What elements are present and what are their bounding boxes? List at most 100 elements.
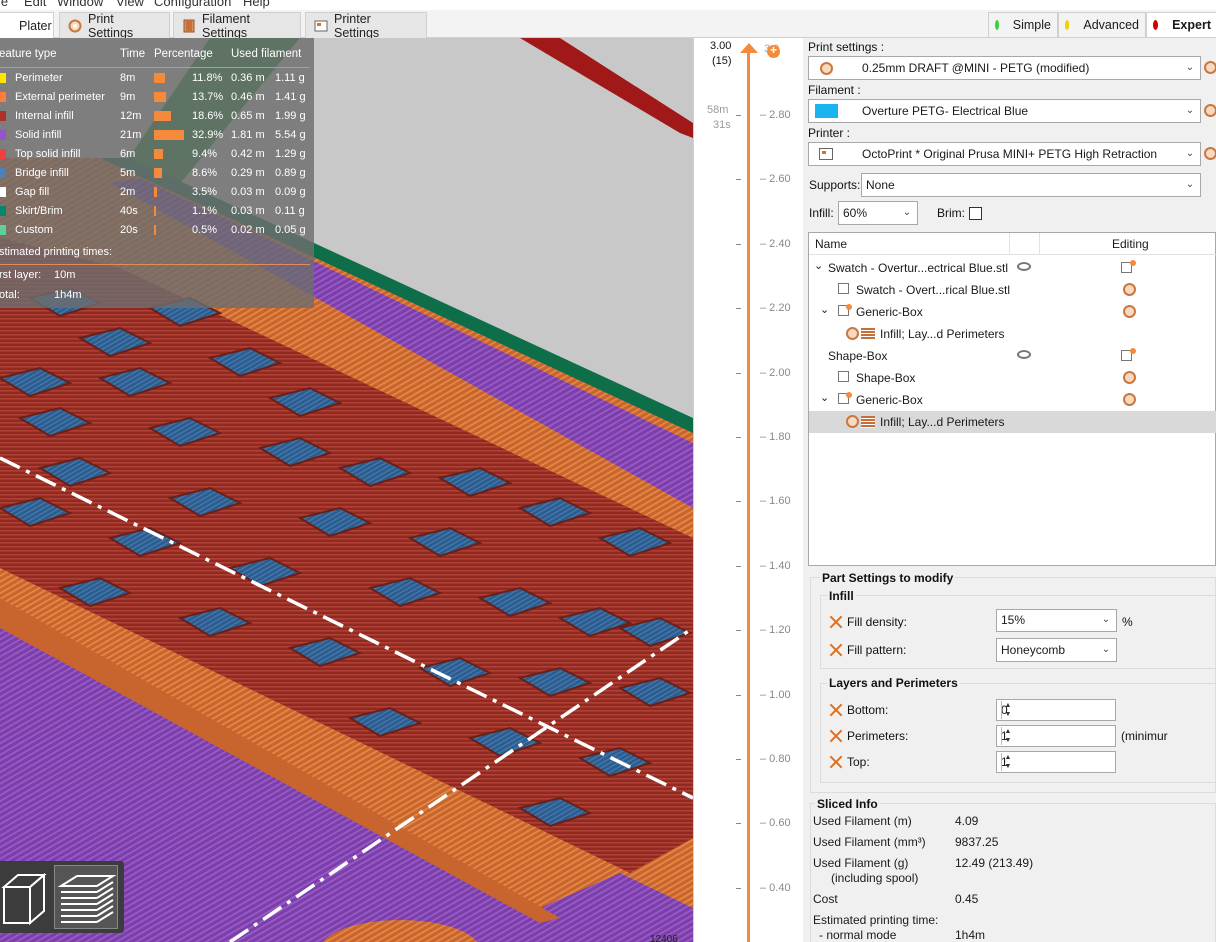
supports-value: None bbox=[866, 178, 895, 192]
legend-percentage: 9.4% bbox=[192, 148, 218, 160]
tree-part-shape-box[interactable]: Shape-Box bbox=[809, 367, 1216, 389]
slider-est-time-1: 58m bbox=[707, 104, 729, 116]
legend-feature-name: Solid infill bbox=[15, 129, 62, 141]
legend-color-swatch bbox=[0, 168, 6, 178]
add-color-change-icon[interactable]: + bbox=[767, 43, 780, 58]
tree-object-shape-box[interactable]: Shape-Box bbox=[809, 345, 1216, 367]
slider-tick-label: – 2.60 bbox=[760, 173, 791, 186]
tree-settings-item-selected[interactable]: Infill; Lay...d Perimeters bbox=[809, 411, 1216, 433]
infill-combo[interactable]: 60% ⌄ bbox=[838, 201, 918, 225]
tree-settings-item[interactable]: Infill; Lay...d Perimeters bbox=[809, 323, 1216, 345]
modifier-settings-gear-icon[interactable] bbox=[1123, 305, 1136, 318]
mode-simple[interactable]: Simple bbox=[988, 12, 1058, 38]
layer-height-slider[interactable]: 3.00 (15) 3.0 + 58m 31s – 2.80– 2.60– 2.… bbox=[693, 38, 803, 942]
slider-tick-mark bbox=[736, 437, 741, 438]
slider-tick-mark bbox=[736, 630, 741, 632]
printer-combo[interactable]: OctoPrint * Original Prusa MINI+ PETG Hi… bbox=[808, 142, 1201, 166]
legend-percentage: 8.6% bbox=[192, 167, 218, 179]
tree-settings-label: Infill; Lay...d Perimeters bbox=[880, 327, 1005, 341]
tab-plater[interactable]: Plater bbox=[0, 12, 54, 38]
remove-top-icon[interactable] bbox=[829, 755, 843, 769]
print-settings-label: Print settings : bbox=[808, 40, 885, 54]
column-editing[interactable]: Editing bbox=[1112, 237, 1149, 251]
tab-printer-settings[interactable]: Printer Settings bbox=[305, 12, 427, 40]
eye-icon[interactable] bbox=[1017, 350, 1031, 359]
mode-advanced[interactable]: Advanced bbox=[1058, 12, 1146, 38]
chevron-down-icon: ⌄ bbox=[1101, 644, 1111, 655]
perimeters-note: (minimur bbox=[1121, 729, 1168, 743]
legend-used-g: 1.11 g bbox=[275, 72, 305, 84]
mode-expert[interactable]: Expert bbox=[1146, 12, 1216, 38]
legend-feature-name: Gap fill bbox=[15, 186, 50, 198]
brim-checkbox[interactable] bbox=[969, 207, 982, 220]
slider-rail[interactable] bbox=[747, 50, 750, 942]
legend-row: Custom 20s 0.5% 0.02 m 0.05 g bbox=[0, 221, 314, 240]
legend-row: Gap fill 2m 3.5% 0.03 m 0.09 g bbox=[0, 183, 314, 202]
edit-filament-icon[interactable] bbox=[1204, 104, 1216, 117]
legend-header-time: Time bbox=[120, 48, 146, 60]
tree-modifier-generic-box[interactable]: ⌄ Generic-Box bbox=[809, 301, 1216, 323]
tab-print-settings[interactable]: Print Settings bbox=[59, 12, 170, 40]
part-settings-gear-icon[interactable] bbox=[1123, 371, 1136, 384]
filament-combo[interactable]: Overture PETG- Electrical Blue ⌄ bbox=[808, 99, 1201, 123]
legend-percentage: 0.5% bbox=[192, 224, 218, 236]
print-settings-combo[interactable]: 0.25mm DRAFT @MINI - PETG (modified) ⌄ bbox=[808, 56, 1201, 80]
chevron-down-icon[interactable]: ⌄ bbox=[820, 391, 829, 404]
cube-view-icon[interactable] bbox=[0, 867, 50, 927]
chevron-down-icon[interactable]: ⌄ bbox=[814, 259, 823, 272]
perimeters-spinner[interactable]: 1 ▲ ▼ bbox=[996, 725, 1116, 747]
menu-bar: le Edit Window View Configuration Help bbox=[0, 0, 1216, 10]
modifier-settings-gear-icon[interactable] bbox=[1123, 393, 1136, 406]
remove-fill-pattern-icon[interactable] bbox=[829, 643, 843, 657]
legend-color-swatch bbox=[0, 73, 6, 83]
tree-object-swatch[interactable]: ⌄ Swatch - Overtur...ectrical Blue.stl bbox=[809, 257, 1216, 279]
top-spinner[interactable]: 1 ▲ ▼ bbox=[996, 751, 1116, 773]
simple-mode-dot bbox=[995, 20, 999, 30]
part-settings-gear-icon[interactable] bbox=[1123, 283, 1136, 296]
legend-row: External perimeter 9m 13.7% 0.46 m 1.41 g bbox=[0, 88, 314, 107]
edit-print-settings-icon[interactable] bbox=[1204, 61, 1216, 74]
legend-color-swatch bbox=[0, 225, 6, 235]
legend-percentage-bar bbox=[154, 225, 156, 235]
layers-view-icon[interactable] bbox=[54, 865, 118, 929]
spinner-arrows-icon[interactable]: ▲ ▼ bbox=[1001, 727, 1014, 745]
fill-density-combo[interactable]: 15% ⌄ bbox=[996, 609, 1117, 632]
slider-top-thumb-icon[interactable] bbox=[740, 43, 758, 55]
used-filament-m-label: Used Filament (m) bbox=[813, 814, 912, 828]
menu-file[interactable]: le bbox=[0, 0, 8, 9]
bottom-spinner[interactable]: 0 ▲ ▼ bbox=[996, 699, 1116, 721]
menu-edit[interactable]: Edit bbox=[24, 0, 46, 9]
menu-help[interactable]: Help bbox=[243, 0, 270, 9]
remove-bottom-icon[interactable] bbox=[829, 703, 843, 717]
chevron-down-icon: ⌄ bbox=[1185, 62, 1195, 73]
menu-view[interactable]: View bbox=[116, 0, 144, 9]
eye-icon[interactable] bbox=[1017, 262, 1031, 271]
object-list: Name Editing ⌄ Swatch - Overtur...ectric… bbox=[808, 232, 1216, 566]
column-name[interactable]: Name bbox=[815, 237, 847, 251]
slider-tick-label: – 0.40 bbox=[760, 881, 791, 894]
advanced-mode-dot bbox=[1065, 20, 1070, 30]
menu-configuration[interactable]: Configuration bbox=[154, 0, 231, 9]
first-layer-value: 10m bbox=[54, 269, 76, 281]
slider-tick-mark bbox=[736, 501, 741, 503]
chevron-down-icon[interactable]: ⌄ bbox=[820, 303, 829, 316]
edit-printer-icon[interactable] bbox=[1204, 147, 1216, 160]
menu-window[interactable]: Window bbox=[57, 0, 103, 9]
supports-combo[interactable]: None ⌄ bbox=[861, 173, 1201, 197]
legend-percentage: 11.8% bbox=[192, 72, 223, 84]
fill-pattern-combo[interactable]: Honeycomb ⌄ bbox=[996, 638, 1117, 662]
spool-icon bbox=[182, 19, 196, 33]
spinner-arrows-icon[interactable]: ▲ ▼ bbox=[1001, 753, 1014, 771]
part-settings-title: Part Settings to modify bbox=[820, 571, 956, 585]
tab-filament-settings[interactable]: Filament Settings bbox=[173, 12, 301, 40]
slider-tick-label: – 2.80 bbox=[760, 109, 791, 121]
slider-tick-mark bbox=[736, 759, 741, 760]
remove-fill-density-icon[interactable] bbox=[829, 615, 843, 629]
tree-modifier-generic-box[interactable]: ⌄ Generic-Box bbox=[809, 389, 1216, 411]
printer-icon bbox=[314, 19, 328, 33]
legend-color-swatch bbox=[0, 92, 6, 102]
spinner-arrows-icon[interactable]: ▲ ▼ bbox=[1001, 701, 1014, 719]
bottom-label: Bottom: bbox=[847, 703, 889, 717]
tree-part-swatch[interactable]: Swatch - Overt...rical Blue.stl bbox=[809, 279, 1216, 301]
remove-perimeters-icon[interactable] bbox=[829, 729, 843, 743]
